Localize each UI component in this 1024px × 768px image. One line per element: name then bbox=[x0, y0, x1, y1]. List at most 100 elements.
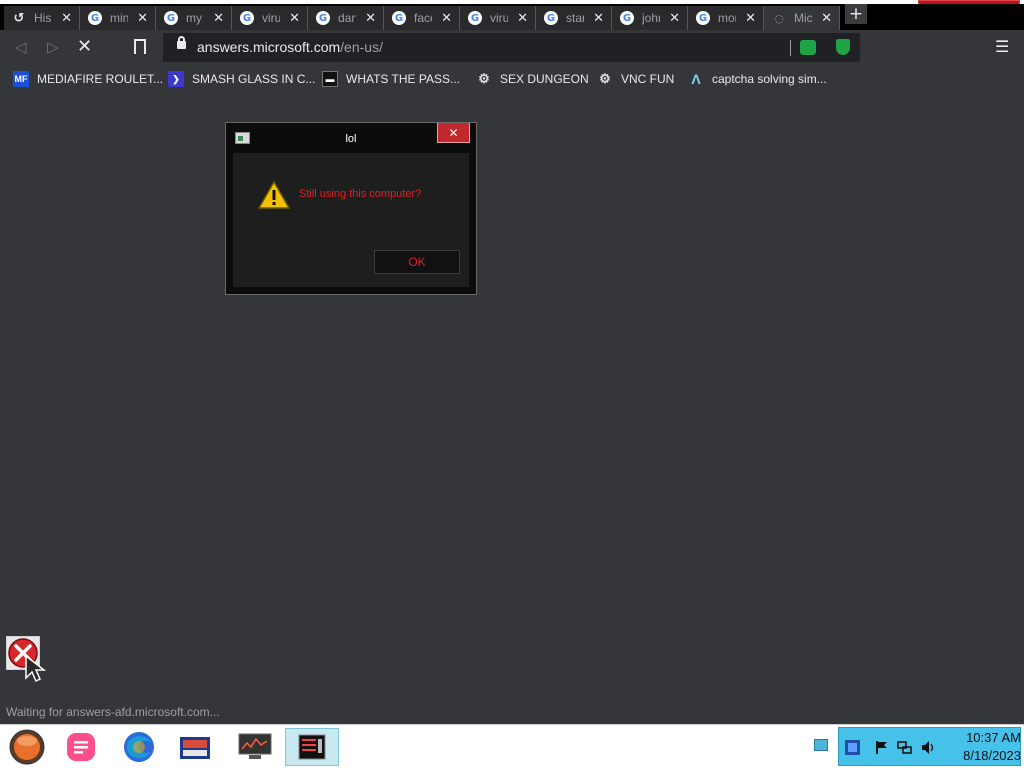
start-orb-icon bbox=[9, 729, 45, 765]
bookmark-label: SMASH GLASS IN C... bbox=[192, 72, 316, 86]
action-center-flag-icon[interactable] bbox=[874, 740, 889, 755]
bookmark-item[interactable]: Λ captcha solving sim... bbox=[688, 71, 826, 87]
stop-loading-icon[interactable]: ✕ bbox=[77, 36, 92, 57]
taskbar-app-firefox[interactable] bbox=[112, 728, 166, 766]
tab-label: dan bbox=[338, 11, 356, 25]
close-icon[interactable]: ✕ bbox=[289, 11, 300, 26]
google-icon: G bbox=[620, 11, 634, 25]
google-icon: G bbox=[392, 11, 406, 25]
shield-extension-icon[interactable] bbox=[836, 39, 850, 55]
tab-label: viru bbox=[490, 11, 508, 25]
lock-icon[interactable] bbox=[177, 36, 186, 49]
close-icon[interactable]: ✕ bbox=[593, 11, 604, 26]
bookmark-icon[interactable] bbox=[134, 39, 146, 54]
show-desktop-icon[interactable] bbox=[814, 739, 828, 751]
tab-label: Mic bbox=[794, 11, 812, 25]
close-icon[interactable]: ✕ bbox=[441, 11, 452, 26]
google-icon: G bbox=[696, 11, 710, 25]
omnibox-separator bbox=[790, 40, 791, 56]
url-path: /en-us/ bbox=[340, 39, 383, 55]
tab-google[interactable]: G viru ✕ bbox=[232, 6, 308, 30]
tab-label: star bbox=[566, 11, 584, 25]
taskbar-app-monitor[interactable] bbox=[228, 728, 282, 766]
google-icon: G bbox=[468, 11, 482, 25]
network-icon[interactable] bbox=[897, 740, 912, 755]
file-manager-icon bbox=[180, 737, 210, 759]
google-icon: G bbox=[316, 11, 330, 25]
clock-date[interactable]: 8/18/2023 bbox=[949, 748, 1021, 763]
firefox-icon bbox=[124, 732, 154, 762]
close-icon[interactable]: ✕ bbox=[365, 11, 376, 26]
taskbar-app-notes[interactable] bbox=[54, 728, 108, 766]
google-icon: G bbox=[88, 11, 102, 25]
tab-google[interactable]: G face ✕ bbox=[384, 6, 460, 30]
forward-icon[interactable]: ▷ bbox=[47, 38, 59, 56]
tray-app-icon[interactable] bbox=[845, 740, 860, 755]
system-tray: 10:37 AM 8/18/2023 bbox=[838, 727, 1021, 766]
tab-label: face bbox=[414, 11, 432, 25]
chip-icon: ⚙ bbox=[599, 71, 611, 86]
bookmark-item[interactable]: ▬ WHATS THE PASS... bbox=[322, 71, 460, 87]
tab-google[interactable]: G john ✕ bbox=[612, 6, 688, 30]
close-icon[interactable]: ✕ bbox=[745, 11, 756, 26]
tab-google[interactable]: G my ✕ bbox=[156, 6, 232, 30]
tab-google[interactable]: G min ✕ bbox=[80, 6, 156, 30]
ok-button[interactable]: OK bbox=[374, 250, 460, 274]
bookmark-item[interactable]: MF MEDIAFIRE ROULET... bbox=[13, 71, 163, 87]
address-bar[interactable]: answers.microsoft.com/en-us/ bbox=[163, 33, 860, 62]
tab-google[interactable]: G star ✕ bbox=[536, 6, 612, 30]
taskbar-app-selected-window[interactable] bbox=[285, 728, 339, 766]
bookmark-item[interactable]: ⚙ SEX DUNGEON bbox=[476, 71, 589, 87]
start-button[interactable] bbox=[0, 728, 54, 766]
close-icon[interactable]: ✕ bbox=[137, 11, 148, 26]
mediafire-icon: MF bbox=[13, 71, 29, 87]
volume-icon[interactable] bbox=[921, 740, 936, 755]
system-monitor-icon bbox=[238, 733, 272, 759]
taskbar-app-files[interactable] bbox=[168, 728, 222, 766]
tab-bar: ↺ Hist ✕ G min ✕ G my ✕ G viru ✕ G dan ✕… bbox=[0, 4, 1024, 30]
bookmark-label: WHATS THE PASS... bbox=[346, 72, 461, 86]
new-tab-button[interactable]: + bbox=[845, 4, 867, 24]
url-text[interactable]: answers.microsoft.com/en-us/ bbox=[197, 39, 383, 55]
google-icon: G bbox=[544, 11, 558, 25]
browser-toolbar: ◁ ▷ ✕ answers.microsoft.com/en-us/ ☰ bbox=[0, 30, 1024, 66]
menu-icon[interactable]: ☰ bbox=[995, 37, 1009, 56]
close-icon[interactable]: ✕ bbox=[517, 11, 528, 26]
taskbar: 10:37 AM 8/18/2023 bbox=[0, 724, 1024, 768]
tab-microsoft-active[interactable]: ◌ Mic ✕ bbox=[764, 6, 840, 30]
bookmark-item[interactable]: ❯ SMASH GLASS IN C... bbox=[168, 71, 315, 87]
bookmark-label: VNC FUN bbox=[621, 72, 675, 86]
tab-label: mor bbox=[718, 11, 736, 25]
tab-google[interactable]: G viru ✕ bbox=[460, 6, 536, 30]
tab-google[interactable]: G dan ✕ bbox=[308, 6, 384, 30]
dialog-message: Still using this computer? bbox=[299, 188, 422, 200]
bookmark-label: MEDIAFIRE ROULET... bbox=[37, 72, 164, 86]
window-app-icon bbox=[298, 734, 326, 760]
loading-spinner-icon: ◌ bbox=[774, 11, 784, 25]
warning-icon bbox=[258, 181, 290, 209]
dialog-close-button[interactable]: ✕ bbox=[437, 123, 470, 143]
close-icon[interactable]: ✕ bbox=[213, 11, 224, 26]
bookmark-item[interactable]: ⚙ VNC FUN bbox=[597, 71, 674, 87]
mouse-cursor-icon bbox=[25, 654, 47, 683]
tab-label: my bbox=[186, 11, 202, 25]
tab-label: min bbox=[110, 11, 128, 25]
tab-google[interactable]: G mor ✕ bbox=[688, 6, 764, 30]
url-host: answers.microsoft.com bbox=[197, 39, 341, 55]
dialog-titlebar[interactable]: lol ✕ bbox=[226, 123, 476, 153]
arch-icon: Λ bbox=[691, 71, 701, 87]
back-icon[interactable]: ◁ bbox=[15, 38, 27, 56]
powershell-icon: ❯ bbox=[168, 71, 184, 87]
history-icon: ↺ bbox=[13, 10, 25, 26]
notes-app-icon bbox=[67, 733, 95, 761]
close-icon[interactable]: ✕ bbox=[669, 11, 680, 26]
extension-green-icon[interactable] bbox=[800, 40, 816, 55]
tab-label: john bbox=[642, 11, 660, 25]
google-icon: G bbox=[164, 11, 178, 25]
tab-history[interactable]: ↺ Hist ✕ bbox=[4, 6, 80, 30]
bookmark-label: SEX DUNGEON bbox=[500, 72, 589, 86]
chip-icon: ⚙ bbox=[478, 71, 490, 86]
close-icon[interactable]: ✕ bbox=[61, 11, 72, 26]
close-icon[interactable]: ✕ bbox=[821, 11, 832, 26]
clock-time[interactable]: 10:37 AM bbox=[949, 730, 1021, 745]
